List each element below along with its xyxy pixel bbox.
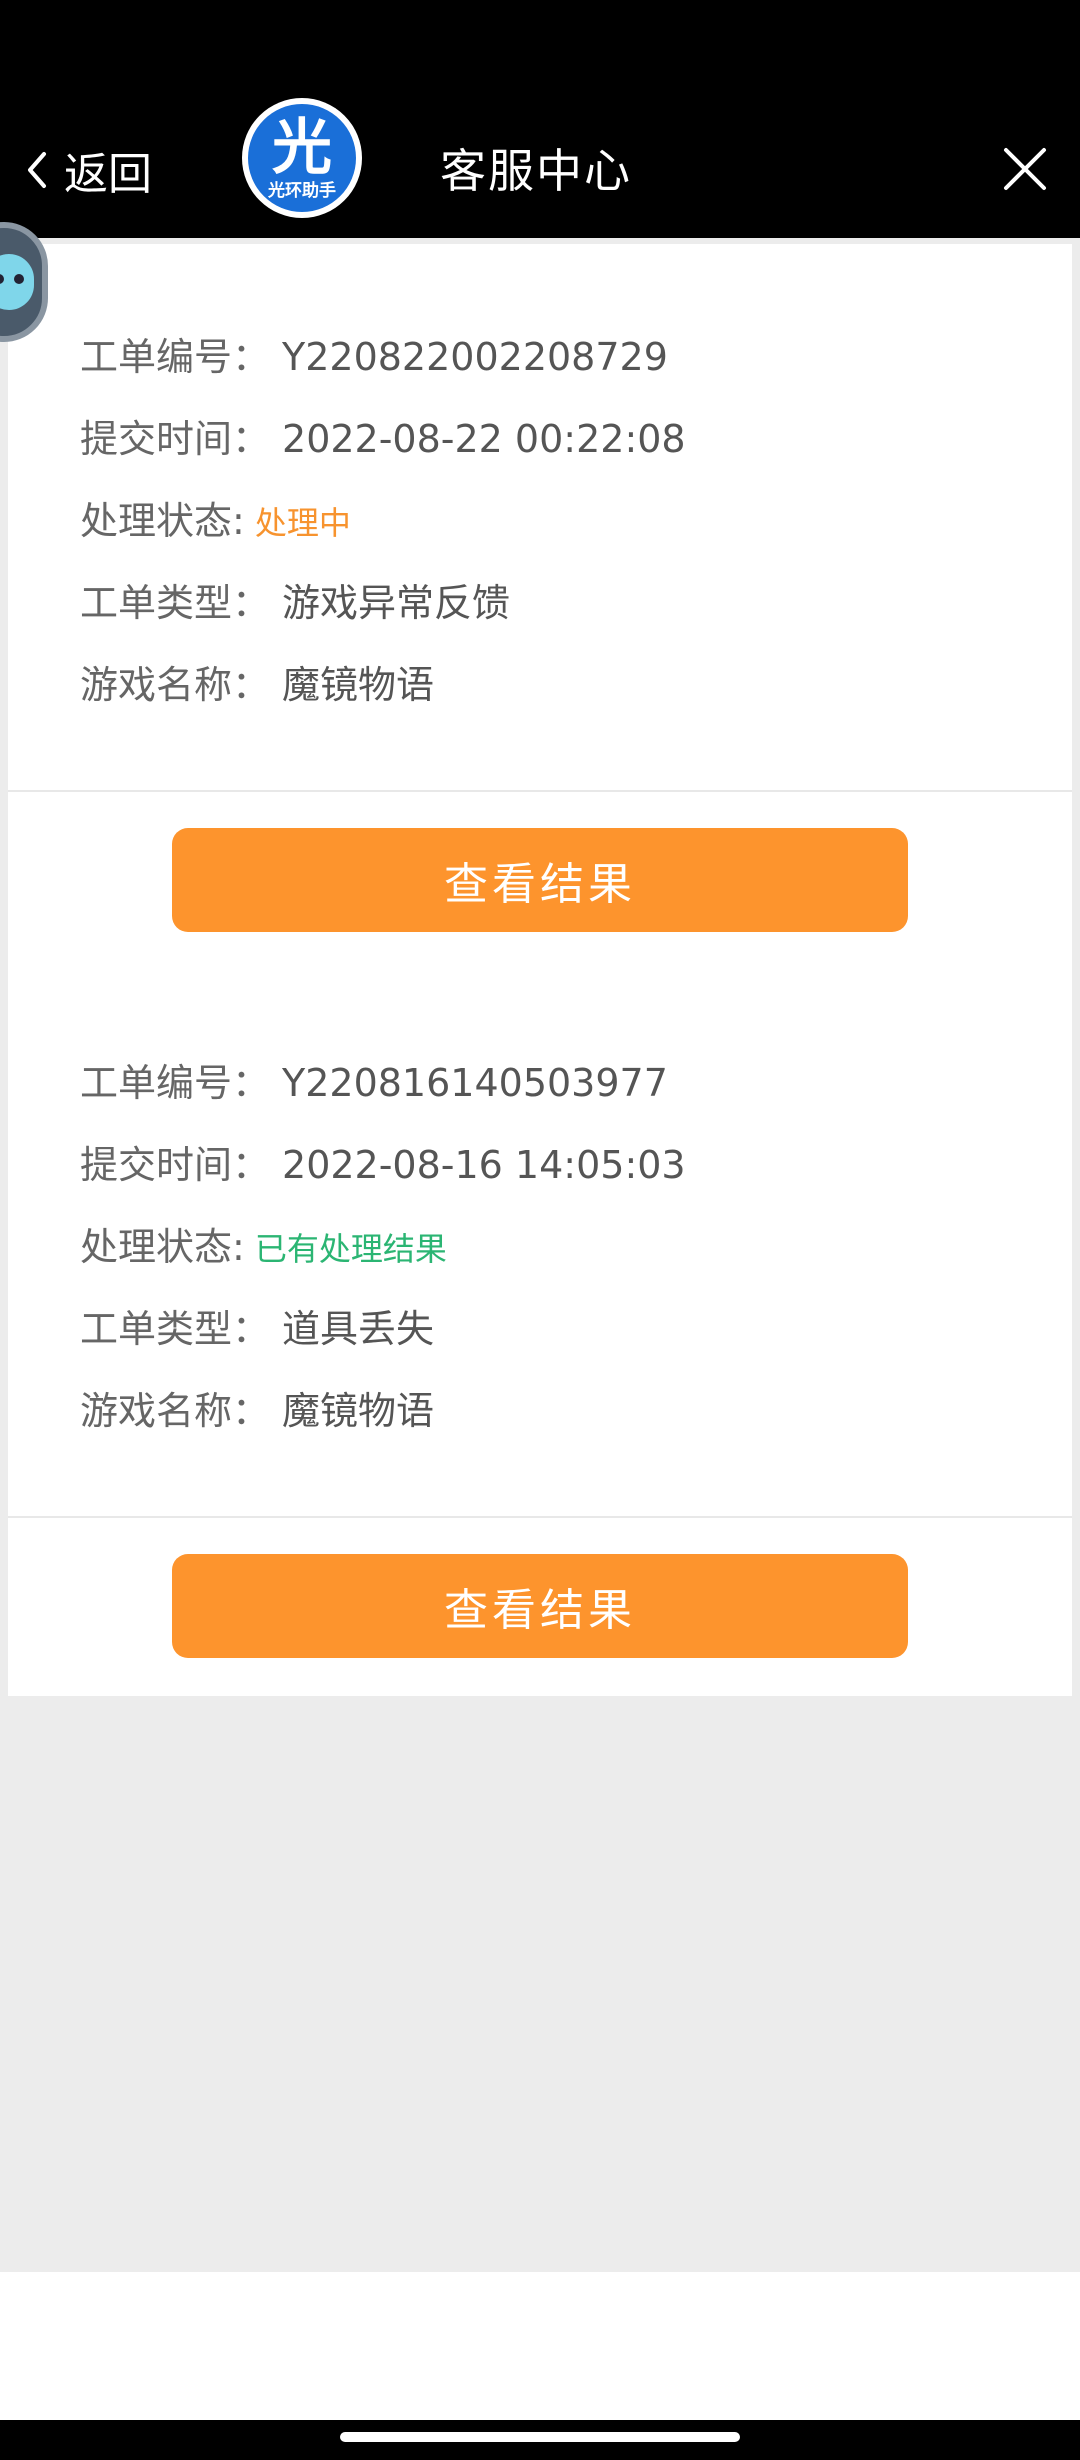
view-result-button[interactable]: 查看结果: [172, 828, 908, 932]
home-indicator[interactable]: [340, 2432, 740, 2442]
submit-time-label: 提交时间：: [80, 1143, 271, 1187]
status-label: 处理状态:: [80, 1225, 245, 1269]
chevron-left-icon: [28, 152, 46, 188]
status-row: 处理状态: 已有处理结果: [80, 1216, 447, 1271]
assistant-eye: [0, 274, 4, 284]
ticket-type: 游戏异常反馈: [282, 581, 511, 625]
ticket-details: 工单编号： Y220816140503977 提交时间： 2022-08-16 …: [8, 970, 1072, 1518]
game-name-label: 游戏名称：: [80, 663, 271, 707]
status-badge: 已有处理结果: [254, 1230, 447, 1268]
assistant-face: [0, 254, 34, 310]
page-title: 客服中心: [440, 144, 632, 198]
submit-time-row: 提交时间： 2022-08-22 00:22:08: [80, 408, 686, 463]
status-badge: 处理中: [254, 504, 351, 542]
view-result-button[interactable]: 查看结果: [172, 1554, 908, 1658]
ticket-id-row: 工单编号： Y220822002208729: [80, 326, 668, 381]
ticket-id: Y220822002208729: [282, 335, 668, 379]
ticket-card: 工单编号： Y220816140503977 提交时间： 2022-08-16 …: [8, 970, 1072, 1696]
status-row: 处理状态: 处理中: [80, 490, 351, 545]
ticket-footer: 查看结果: [8, 792, 1072, 970]
ticket-id: Y220816140503977: [282, 1061, 668, 1105]
ticket-footer: 查看结果: [8, 1518, 1072, 1696]
logo-char: 光: [272, 113, 332, 183]
submit-time: 2022-08-16 14:05:03: [282, 1143, 686, 1187]
logo-text: 光环助手: [268, 181, 336, 201]
game-name-row: 游戏名称： 魔镜物语: [80, 654, 434, 709]
ticket-list: 工单编号： Y220822002208729 提交时间： 2022-08-22 …: [0, 238, 1080, 2272]
ticket-card: 工单编号： Y220822002208729 提交时间： 2022-08-22 …: [8, 244, 1072, 970]
ticket-id-label: 工单编号：: [80, 335, 271, 379]
system-nav-bar: [0, 2420, 1080, 2460]
game-name: 魔镜物语: [282, 663, 435, 707]
submit-time: 2022-08-22 00:22:08: [282, 417, 686, 461]
bottom-blank-area: [0, 2272, 1080, 2420]
ticket-id-label: 工单编号：: [80, 1061, 271, 1105]
ticket-type: 道具丢失: [282, 1307, 435, 1351]
ticket-type-row: 工单类型： 道具丢失: [80, 1298, 434, 1353]
ticket-type-label: 工单类型：: [80, 1307, 271, 1351]
back-label: 返回: [64, 149, 152, 200]
close-icon[interactable]: [1000, 144, 1050, 194]
ticket-id-row: 工单编号： Y220816140503977: [80, 1052, 668, 1107]
ticket-type-row: 工单类型： 游戏异常反馈: [80, 572, 510, 627]
app-logo: 光 光环助手: [242, 98, 362, 218]
game-name: 魔镜物语: [282, 1389, 435, 1433]
game-name-label: 游戏名称：: [80, 1389, 271, 1433]
back-button[interactable]: 返回: [22, 138, 152, 202]
status-label: 处理状态:: [80, 499, 245, 543]
ticket-details: 工单编号： Y220822002208729 提交时间： 2022-08-22 …: [8, 244, 1072, 792]
submit-time-row: 提交时间： 2022-08-16 14:05:03: [80, 1134, 686, 1189]
game-name-row: 游戏名称： 魔镜物语: [80, 1380, 434, 1435]
header: 返回 光 光环助手 客服中心: [0, 90, 1080, 238]
submit-time-label: 提交时间：: [80, 417, 271, 461]
assistant-eye: [14, 274, 24, 284]
status-bar: [0, 0, 1080, 90]
ticket-type-label: 工单类型：: [80, 581, 271, 625]
